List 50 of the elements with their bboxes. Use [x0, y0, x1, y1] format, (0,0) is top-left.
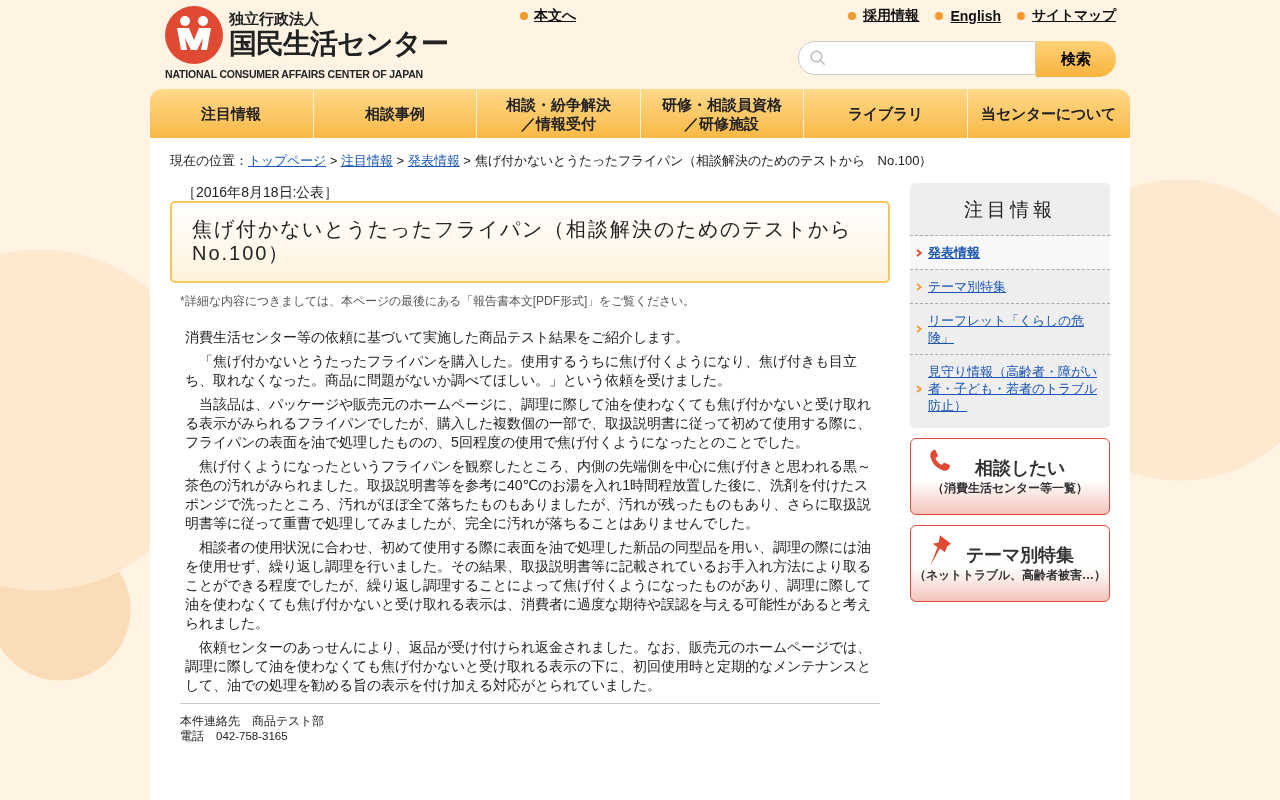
breadcrumb: 現在の位置：トップページ > 注目情報 > 発表情報 > 焦げ付かないとうたったフライパン（相談解決のためのテストから No.100）	[170, 152, 934, 170]
sidebar-item[interactable]: テーマ別特集	[910, 270, 1110, 304]
sidebar-link[interactable]: テーマ別特集	[928, 278, 1006, 295]
body-paragraph: 依頼センターのあっせんにより、返品が受け付けられ返金されました。なお、販売元のホームページでは、調理に際して油を使わなくても焦げ付かないと受け取れる表示の下に、初回使用時と定期的なメンテナンスとして、油での処理を勧める旨の表示を付け加える対応がとられていました。	[185, 638, 872, 695]
utility-link[interactable]: 採用情報	[848, 7, 920, 25]
breadcrumb-link[interactable]: 発表情報	[407, 153, 460, 168]
nav-tab[interactable]: 相談・紛争解決 ／情報受付	[476, 89, 640, 138]
banner-title: 相談したい	[975, 457, 1065, 480]
logo-english-name: NATIONAL CONSUMER AFFAIRS CENTER OF JAPAN	[165, 68, 424, 80]
breadcrumb-link[interactable]: 注目情報	[340, 153, 393, 168]
search-button[interactable]: 検索	[1036, 41, 1116, 77]
nav-tab[interactable]: 研修・相談員資格 ／研修施設	[639, 89, 803, 138]
breadcrumb-link[interactable]: トップページ	[248, 153, 326, 168]
sidebar-link[interactable]: リーフレット「くらしの危険」	[928, 312, 1102, 346]
contact-line: 電話 042-758-3165	[180, 729, 289, 744]
body-paragraph: 消費生活センター等の依頼に基づいて実施した商品テスト結果をご紹介します。	[185, 328, 690, 347]
sidebar-link[interactable]: 見守り情報（高齢者・障がい者・子ども・若者のトラブル防止）	[928, 363, 1102, 414]
body-paragraph: 「焦げ付かないとうたったフライパンを購入した。使用するうちに焦げ付くようになり、焦げ付きも目立ち、取れなくなった。商品に問題がないか調べてほしい。」という依頼を受けました。	[185, 352, 858, 390]
nav-tab[interactable]: ライブラリ	[803, 89, 967, 138]
sidebar-item[interactable]: 見守り情報（高齢者・障がい者・子ども・若者のトラブル防止）	[910, 355, 1110, 422]
search-icon	[809, 49, 827, 67]
sidebar-link[interactable]: 発表情報	[928, 244, 980, 261]
sidebar-item[interactable]: 発表情報	[910, 236, 1110, 270]
contact-line: 本件連絡先 商品テスト部	[180, 714, 325, 729]
pdf-note: *詳細な内容につきましては、本ページの最後にある「報告書本文[PDF形式]」をご覧ください。	[180, 293, 697, 310]
body-paragraph: 焦げ付くようになったというフライパンを観察したところ、内側の先端側を中心に焦げ付きと思われる黒～茶色の汚れがみられました。取扱説明書等を参考に40℃のお湯を入れ1時間程放置した後に、洗剤を付けたスポンジで洗ったところ、汚れがほぼ全て落ちたものもありましたが、汚れが残ったものもあり、さらに取扱説明書等に従って重曹で処理してみましたが、完全に汚れが落ちることはありませんでした。	[185, 457, 872, 533]
nav-tab[interactable]: 相談事例	[312, 89, 476, 138]
skip-link[interactable]: 本文へ	[520, 7, 576, 25]
sidebar-item[interactable]: リーフレット「くらしの危険」	[910, 304, 1110, 355]
body-paragraph: 当該品は、パッケージや販売元のホームページに、調理に際して油を使わなくても焦げ付かないと受け取れる表示がみられるフライパンでしたが、購入した複数個の一部で、取扱説明書に従って初めて使用する際に、フライパンの表面を油で処理したものの、5回程度の使用で焦げ付くようになったとのことでした。	[185, 395, 872, 452]
utility-link[interactable]: English	[935, 7, 1001, 25]
banner-subtitle: （ネットトラブル、高齢者被害…）	[914, 567, 1106, 584]
nav-tab[interactable]: 注目情報	[150, 89, 313, 138]
chevron-icon	[916, 325, 922, 333]
article-title: 焦げ付かないとうたったフライパン（相談解決のためのテストから No.100）	[170, 201, 890, 283]
nav-tab[interactable]: 当センターについて	[966, 89, 1130, 138]
banner-link[interactable]: 相談したい （消費生活センター等一覧）	[910, 438, 1110, 515]
utility-link[interactable]: サイトマップ	[1017, 7, 1116, 25]
chevron-icon	[916, 384, 922, 393]
banner-subtitle: （消費生活センター等一覧）	[932, 480, 1088, 497]
logo-subtitle: 独立行政法人	[229, 10, 320, 28]
banner-link[interactable]: テーマ別特集 （ネットトラブル、高齢者被害…）	[910, 525, 1110, 602]
banner-title: テーマ別特集	[966, 544, 1074, 567]
search-field[interactable]	[798, 41, 1036, 75]
publish-date: ［2016年8月18日:公表］	[181, 183, 340, 201]
chevron-icon	[916, 282, 922, 291]
chevron-icon	[916, 248, 922, 257]
body-paragraph: 相談者の使用状況に合わせ、初めて使用する際に表面を油で処理した新品の同型品を用い、調理の際には油を使用せず、繰り返し調理を行いました。その結果、取扱説明書等に記載されているお手入れ方法により取ることができる程度でしたが、繰り返し調理することによって焦げ付くようになったものがあり、調理に際して油を使わなくても焦げ付かないと受け取れる表示は、消費者に過度な期待や誤認を与える可能性があると考えられました。	[185, 538, 872, 633]
logo-drawing	[165, 6, 223, 64]
logo-title: 国民生活センター	[229, 28, 448, 60]
